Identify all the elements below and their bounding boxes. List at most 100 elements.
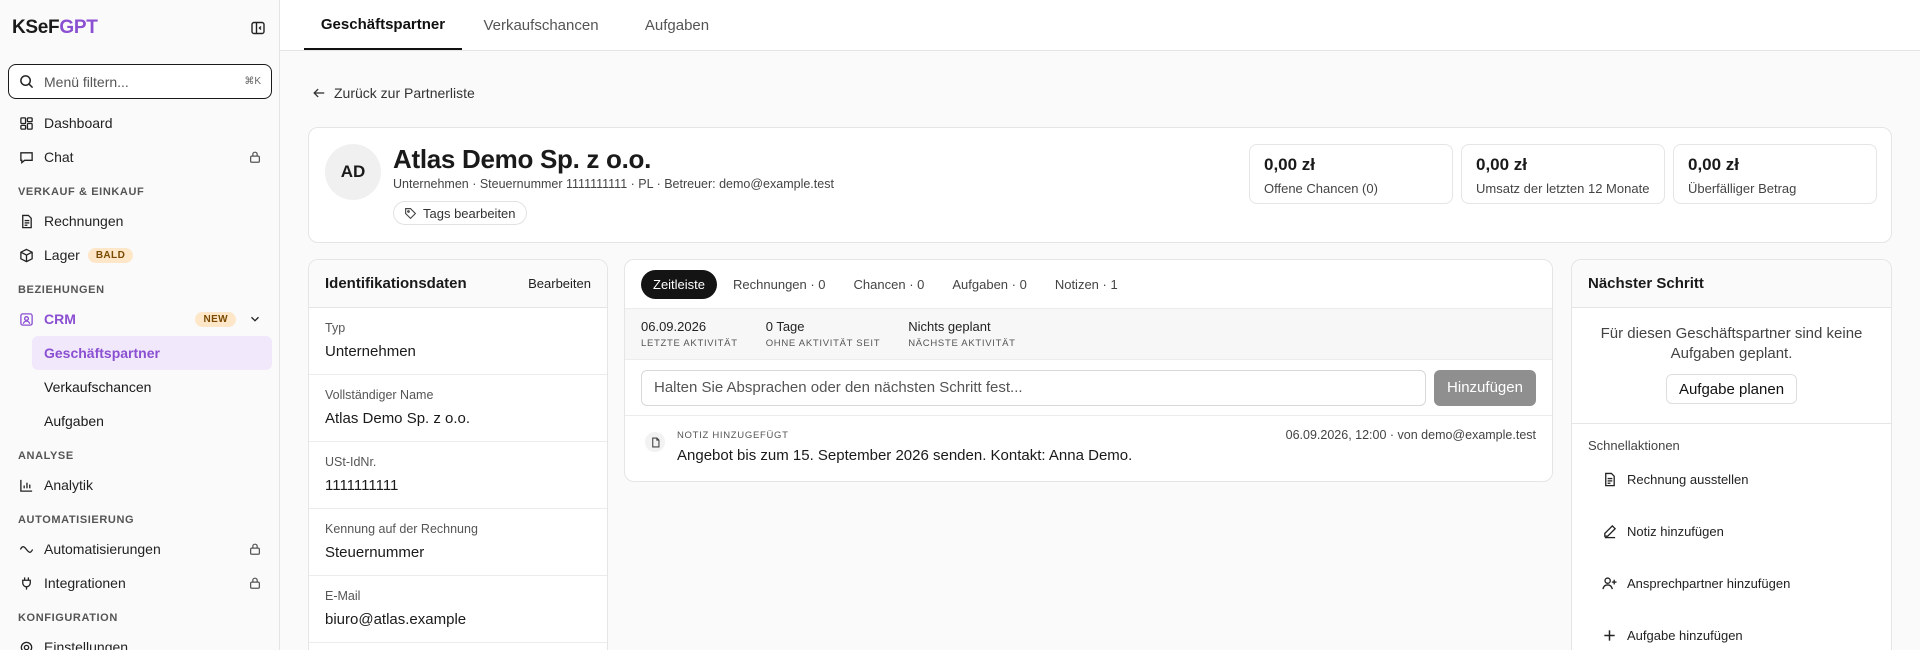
partner-meta: Unternehmen · Steuernummer 1111111111 · … bbox=[393, 177, 834, 191]
chart-icon bbox=[18, 477, 34, 493]
sidebar-item-settings[interactable]: Einstellungen bbox=[8, 630, 272, 650]
tag-icon bbox=[404, 207, 423, 220]
field-label: USt-IdNr. bbox=[325, 455, 377, 469]
tab-tasks-count[interactable]: Aufgaben · 0 bbox=[952, 277, 1026, 292]
tab-partners[interactable]: Geschäftspartner bbox=[304, 0, 462, 50]
field-label: Vollständiger Name bbox=[325, 388, 434, 402]
activity-value: 0 Tage bbox=[765, 319, 805, 334]
sidebar-subitem-opportunities[interactable]: Verkaufschancen bbox=[32, 370, 272, 404]
page-title: Atlas Demo Sp. z o.o. bbox=[393, 144, 652, 174]
timeline-tabs: Zeitleiste Rechnungen · 0 Chancen · 0 Au… bbox=[625, 260, 1552, 308]
dashboard-icon bbox=[18, 115, 34, 131]
plan-task-button[interactable]: Aufgabe planen bbox=[1665, 374, 1798, 404]
timeline-card: Zeitleiste Rechnungen · 0 Chancen · 0 Au… bbox=[624, 259, 1553, 482]
edit-identification-button[interactable]: Bearbeiten bbox=[528, 276, 591, 291]
document-icon bbox=[645, 432, 665, 452]
nav-section-analysis: ANALYSE bbox=[18, 450, 74, 462]
field-label: Typ bbox=[325, 321, 346, 335]
partner-header-card: AD Atlas Demo Sp. z o.o. Unternehmen · S… bbox=[308, 127, 1892, 243]
search-icon bbox=[19, 74, 34, 89]
activity-value: 06.09.2026 bbox=[641, 319, 707, 334]
edit-tags-button[interactable]: Tags bearbeiten bbox=[393, 201, 527, 225]
gear-icon bbox=[18, 639, 34, 650]
add-note-button[interactable]: Hinzufügen bbox=[1434, 369, 1536, 406]
field-invoice-identifier: Kennung auf der Rechnung Steuernummer bbox=[309, 509, 607, 576]
sidebar-subitem-partners[interactable]: Geschäftspartner bbox=[32, 336, 272, 370]
sidebar-item-automations[interactable]: Automatisierungen bbox=[8, 532, 272, 566]
chat-icon bbox=[18, 149, 34, 165]
stat-value: 0,00 zł bbox=[1264, 155, 1316, 174]
box-icon bbox=[18, 247, 34, 263]
tab-opportunities[interactable]: Verkaufschancen bbox=[472, 0, 610, 50]
quick-action-task[interactable]: Aufgabe hinzufügen bbox=[1572, 609, 1891, 650]
brand-logo: KSeFGPT bbox=[12, 17, 98, 38]
tab-opportunities-count[interactable]: Chancen · 0 bbox=[854, 277, 925, 292]
sidebar-item-label: Analytik bbox=[44, 477, 94, 493]
sidebar-item-integrations[interactable]: Integrationen bbox=[8, 566, 272, 600]
empty-state-text: Für diesen Geschäftspartner sind keine A… bbox=[1600, 325, 1863, 362]
activity-label: LETZTE AKTIVITÄT bbox=[641, 338, 738, 349]
identification-card: Identifikationsdaten Bearbeiten Typ Unte… bbox=[308, 259, 608, 650]
stat-value: 0,00 zł bbox=[1476, 155, 1528, 174]
sidebar-nav: Dashboard Chat VERKAUF & EINKAUF Rechnun… bbox=[8, 106, 272, 650]
lock-icon bbox=[248, 576, 262, 590]
lock-icon bbox=[248, 542, 262, 556]
quick-actions-title: Schnellaktionen bbox=[1588, 438, 1680, 453]
inactive-since: 0 Tage OHNE AKTIVITÄT SEIT bbox=[766, 319, 880, 349]
tab-timeline[interactable]: Zeitleiste bbox=[641, 269, 718, 299]
sidebar-item-label: Chat bbox=[44, 149, 74, 165]
activity-value: Nichts geplant bbox=[908, 319, 991, 334]
nav-section-relations: BEZIEHUNGEN bbox=[18, 284, 105, 296]
quick-action-label: Notiz hinzufügen bbox=[1627, 523, 1724, 539]
plug-icon bbox=[18, 575, 34, 591]
field-value: Steuernummer bbox=[325, 544, 425, 561]
search-input[interactable] bbox=[44, 73, 245, 90]
next-step-body: Für diesen Geschäftspartner sind keine A… bbox=[1572, 308, 1891, 424]
quick-action-note[interactable]: Notiz hinzufügen bbox=[1572, 505, 1891, 557]
sidebar-item-crm[interactable]: CRM NEW bbox=[8, 302, 272, 336]
sidebar-toggle-icon[interactable] bbox=[248, 18, 268, 38]
sidebar-item-label: Dashboard bbox=[44, 115, 113, 131]
field-value: 1111111111 bbox=[325, 477, 399, 494]
sidebar-item-analytics[interactable]: Analytik bbox=[8, 468, 272, 502]
stat-value: 0,00 zł bbox=[1688, 155, 1740, 174]
quick-action-label: Ansprechpartner hinzufügen bbox=[1627, 575, 1791, 591]
sidebar-item-chat[interactable]: Chat bbox=[8, 140, 272, 174]
sidebar-item-stock[interactable]: Lager BALD bbox=[8, 238, 272, 272]
brand-row: KSeFGPT bbox=[12, 16, 268, 40]
invoice-icon bbox=[18, 213, 34, 229]
invoice-icon bbox=[1602, 472, 1627, 487]
chevron-down-icon[interactable] bbox=[248, 312, 262, 326]
timeline-entry: NOTIZ HINZUGEFÜGT 06.09.2026, 12:00 · vo… bbox=[625, 416, 1552, 478]
user-plus-icon bbox=[1602, 576, 1627, 591]
last-activity: 06.09.2026 LETZTE AKTIVITÄT bbox=[641, 319, 738, 349]
back-link[interactable]: Zurück zur Partnerliste bbox=[312, 83, 475, 103]
stat-revenue-12m: 0,00 zł Umsatz der letzten 12 Monate bbox=[1461, 144, 1665, 204]
field-vat-id: USt-IdNr. 1111111111 bbox=[309, 442, 607, 509]
field-email: E-Mail biuro@atlas.example bbox=[309, 576, 607, 643]
note-input[interactable] bbox=[641, 369, 1426, 406]
activity-summary: 06.09.2026 LETZTE AKTIVITÄT 0 Tage OHNE … bbox=[625, 308, 1552, 360]
new-badge: NEW bbox=[195, 311, 236, 327]
tab-invoices[interactable]: Rechnungen · 0 bbox=[733, 277, 826, 292]
sidebar-subitem-tasks[interactable]: Aufgaben bbox=[32, 404, 272, 438]
identification-title: Identifikationsdaten bbox=[325, 275, 467, 292]
pencil-icon bbox=[1602, 524, 1627, 539]
sidebar-item-label: Integrationen bbox=[44, 575, 126, 591]
stat-overdue: 0,00 zł Überfälliger Betrag bbox=[1673, 144, 1877, 204]
field-label: Kennung auf der Rechnung bbox=[325, 522, 478, 536]
entry-text: Angebot bis zum 15. September 2026 sende… bbox=[677, 447, 1133, 464]
quick-action-label: Aufgabe hinzufügen bbox=[1627, 627, 1743, 643]
sidebar: KSeFGPT ⌘K Dashboard Chat VERKAUF & EINK… bbox=[0, 0, 280, 650]
menu-search[interactable]: ⌘K bbox=[8, 64, 272, 99]
field-value: Atlas Demo Sp. z o.o. bbox=[325, 410, 471, 427]
sidebar-item-label: CRM bbox=[44, 311, 76, 327]
field-value: biuro@atlas.example bbox=[325, 611, 467, 628]
quick-action-invoice[interactable]: Rechnung ausstellen bbox=[1572, 453, 1891, 505]
sidebar-item-dashboard[interactable]: Dashboard bbox=[8, 106, 272, 140]
tab-tasks[interactable]: Aufgaben bbox=[630, 0, 724, 50]
identification-header: Identifikationsdaten Bearbeiten bbox=[309, 260, 607, 308]
sidebar-item-invoices[interactable]: Rechnungen bbox=[8, 204, 272, 238]
quick-action-contact[interactable]: Ansprechpartner hinzufügen bbox=[1572, 557, 1891, 609]
tab-notes[interactable]: Notizen · 1 bbox=[1055, 277, 1118, 292]
